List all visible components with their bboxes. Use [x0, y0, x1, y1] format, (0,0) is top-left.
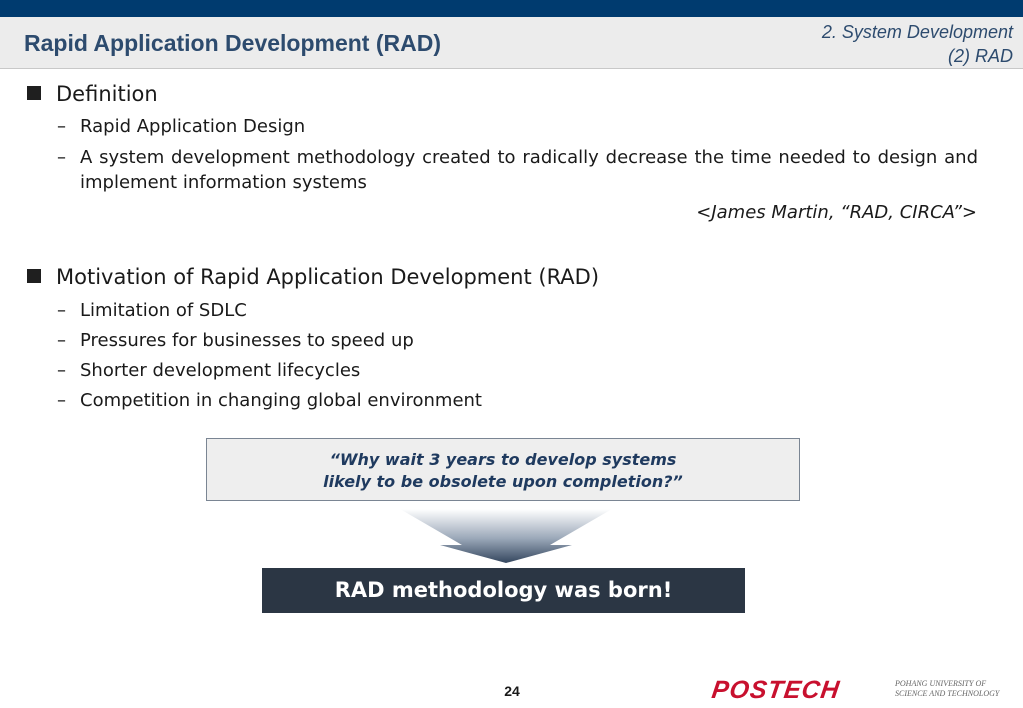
logo-wordmark: POSTECH [710, 676, 842, 704]
motivation-item: – Pressures for businesses to speed up [57, 328, 414, 353]
section-reference: 2. System Development (2) RAD [822, 20, 1013, 68]
motivation-heading: Motivation of Rapid Application Developm… [27, 265, 599, 289]
page-number: 24 [504, 683, 520, 699]
logo-subtitle-line-1: POHANG UNIVERSITY OF [895, 679, 987, 688]
dash-bullet: – [57, 330, 66, 351]
dash-bullet: – [57, 360, 66, 381]
result-banner: RAD methodology was born! [262, 568, 745, 613]
quote-line-1: “Why wait 3 years to develop systems [329, 450, 677, 469]
quote-line-2: likely to be obsolete upon completion?” [323, 472, 683, 491]
dash-bullet: – [57, 390, 66, 411]
logo-subtitle: POHANG UNIVERSITY OF SCIENCE AND TECHNOL… [895, 679, 999, 699]
square-bullet-icon [27, 269, 41, 283]
top-accent-bar [0, 0, 1023, 17]
slide-title: Rapid Application Development (RAD) [24, 30, 441, 56]
definition-item: – A system development methodology creat… [57, 145, 978, 195]
section-line-1: 2. System Development [821, 22, 1013, 42]
quote-box: “Why wait 3 years to develop systems lik… [206, 438, 800, 501]
motivation-heading-text: Motivation of Rapid Application Developm… [56, 265, 600, 289]
square-bullet-icon [27, 86, 41, 100]
definition-item: – Rapid Application Design [57, 114, 305, 139]
dash-bullet: – [57, 116, 66, 137]
definition-heading-text: Definition [56, 82, 158, 106]
motivation-item-text: Competition in changing global environme… [80, 390, 482, 411]
definition-heading: Definition [27, 82, 158, 106]
citation: <James Martin, “RAD, CIRCA”> [696, 202, 977, 223]
motivation-item-text: Limitation of SDLC [80, 300, 247, 321]
dash-bullet: – [57, 300, 66, 321]
motivation-item-text: Shorter development lifecycles [80, 360, 361, 381]
logo-subtitle-line-2: SCIENCE AND TECHNOLOGY [895, 689, 1000, 698]
motivation-item: – Shorter development lifecycles [57, 358, 360, 383]
definition-item-text: Rapid Application Design [80, 116, 306, 137]
funnel-arrow-icon [400, 509, 612, 563]
section-line-2: (2) RAD [947, 46, 1013, 66]
motivation-item: – Limitation of SDLC [57, 298, 247, 323]
postech-logo: POSTECH POHANG UNIVERSITY OF SCIENCE AND… [710, 676, 1017, 704]
dash-bullet: – [57, 147, 66, 168]
motivation-item: – Competition in changing global environ… [57, 388, 482, 413]
motivation-item-text: Pressures for businesses to speed up [80, 330, 414, 351]
definition-item-text: A system development methodology created… [80, 147, 978, 193]
